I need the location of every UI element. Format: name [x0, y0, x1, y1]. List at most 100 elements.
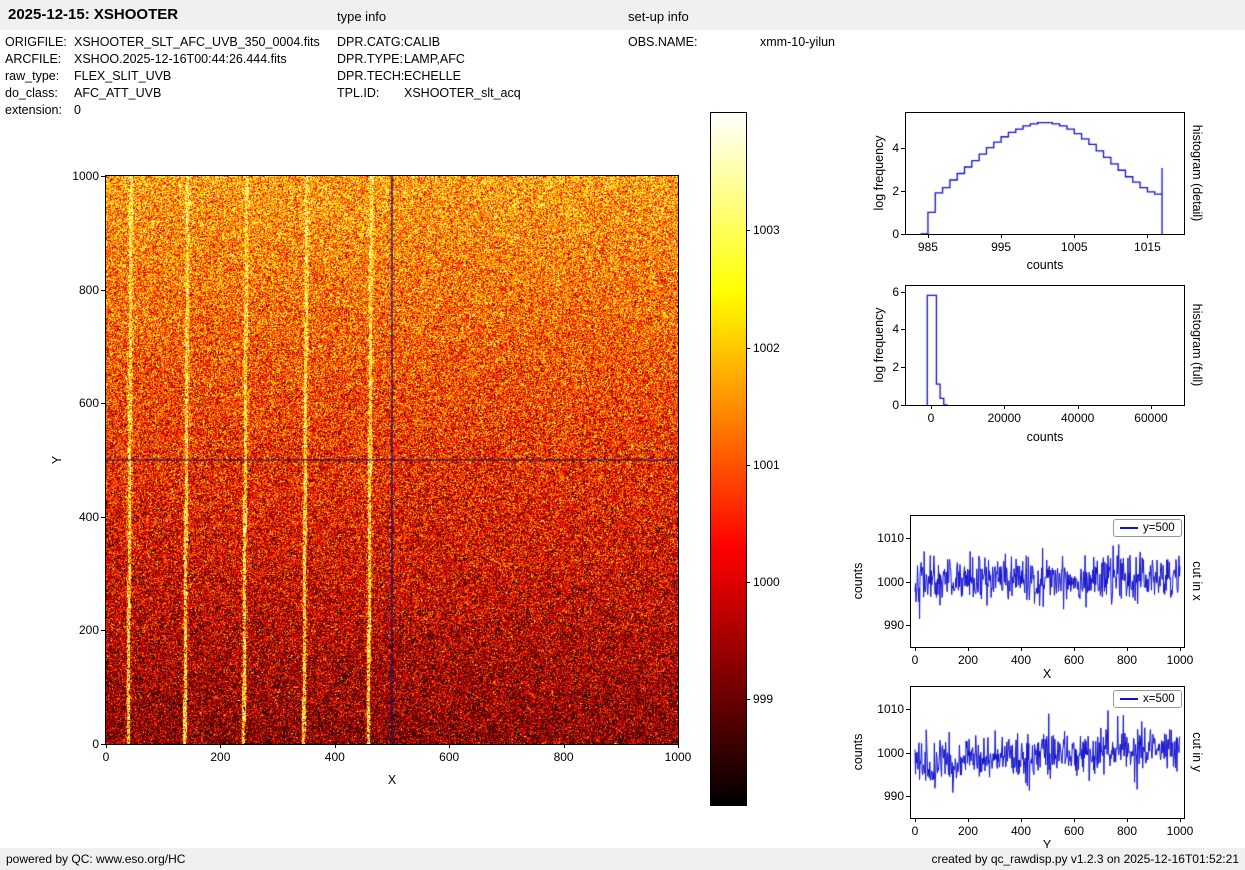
- cut-x-side-label: cut in x: [1190, 561, 1204, 601]
- x-tick-mark: [915, 818, 916, 822]
- histogram-full-x-axis-label: counts: [1027, 430, 1064, 444]
- metadata-value: xmm-10-yilun: [760, 34, 835, 51]
- y-tick-label: 800: [79, 283, 99, 297]
- x-tick-label: 985: [918, 240, 938, 254]
- y-tick-label: 4: [892, 322, 899, 336]
- colorbar-tick-mark: [746, 699, 750, 700]
- y-tick-label: 6: [892, 285, 899, 299]
- x-tick-mark: [220, 744, 221, 748]
- y-tick-label: 1010: [877, 702, 904, 716]
- cut-x-x-axis-label: X: [1043, 667, 1051, 681]
- metadata-row: OBS.NAME:xmm-10-yilun: [628, 34, 835, 51]
- x-tick-label: 600: [1064, 824, 1084, 838]
- cut-y-legend: x=500: [1113, 690, 1182, 708]
- x-tick-mark: [564, 744, 565, 748]
- x-tick-label: 1000: [1167, 653, 1194, 667]
- y-tick-mark: [901, 234, 905, 235]
- colorbar-canvas: [711, 113, 746, 805]
- setup-info-heading: set-up info: [628, 9, 689, 24]
- x-tick-mark: [106, 744, 107, 748]
- metadata-setup-column: OBS.NAME:xmm-10-yilun: [628, 34, 835, 51]
- metadata-label: extension:: [5, 102, 74, 119]
- metadata-row: TPL.ID:XSHOOTER_slt_acq: [337, 85, 521, 102]
- x-tick-label: 20000: [988, 411, 1021, 425]
- page-title: 2025-12-15: XSHOOTER: [8, 6, 178, 23]
- y-tick-label: 400: [79, 510, 99, 524]
- x-tick-mark: [928, 234, 929, 238]
- metadata-row: DPR.TYPE:LAMP,AFC: [337, 51, 521, 68]
- x-tick-mark: [1001, 234, 1002, 238]
- metadata-type-column: DPR.CATG:CALIBDPR.TYPE:LAMP,AFCDPR.TECH:…: [337, 34, 521, 102]
- x-tick-mark: [1078, 405, 1079, 409]
- y-tick-label: 990: [884, 789, 904, 803]
- x-tick-label: 800: [1117, 824, 1137, 838]
- colorbar-tick-label: 1003: [753, 223, 780, 237]
- x-tick-mark: [1074, 647, 1075, 651]
- x-tick-label: 400: [1011, 824, 1031, 838]
- x-tick-mark: [1074, 818, 1075, 822]
- main-x-axis-label: X: [388, 773, 396, 787]
- x-tick-label: 1000: [1167, 824, 1194, 838]
- y-tick-mark: [906, 625, 910, 626]
- x-tick-mark: [1021, 647, 1022, 651]
- qc-report-page: 2025-12-15: XSHOOTER type info set-up in…: [0, 0, 1245, 870]
- metadata-file-column: ORIGFILE:XSHOOTER_SLT_AFC_UVB_350_0004.f…: [5, 34, 320, 119]
- legend-label: y=500: [1143, 522, 1175, 534]
- y-tick-label: 990: [884, 618, 904, 632]
- histogram-detail-x-axis-label: counts: [1027, 258, 1064, 272]
- metadata-label: DPR.TECH:: [337, 68, 404, 85]
- x-tick-mark: [1021, 818, 1022, 822]
- colorbar-tick-mark: [746, 230, 750, 231]
- x-tick-mark: [1004, 405, 1005, 409]
- x-tick-label: 200: [210, 750, 230, 764]
- x-tick-mark: [1127, 647, 1128, 651]
- metadata-label: OBS.NAME:: [628, 34, 760, 51]
- y-tick-mark: [901, 367, 905, 368]
- metadata-label: ORIGFILE:: [5, 34, 74, 51]
- metadata-label: DPR.TYPE:: [337, 51, 404, 68]
- y-tick-label: 0: [892, 227, 899, 241]
- histogram-detail-side-label: histogram (detail): [1190, 125, 1204, 222]
- x-tick-mark: [449, 744, 450, 748]
- x-tick-mark: [678, 744, 679, 748]
- metadata-row: extension:0: [5, 102, 320, 119]
- x-tick-label: 1005: [1061, 240, 1088, 254]
- detector-image-canvas: [106, 176, 678, 744]
- y-tick-mark: [101, 630, 105, 631]
- y-tick-label: 600: [79, 396, 99, 410]
- y-tick-mark: [101, 744, 105, 745]
- colorbar-tick-label: 1000: [753, 575, 780, 589]
- y-tick-label: 1000: [877, 746, 904, 760]
- colorbar-tick-mark: [746, 348, 750, 349]
- metadata-value: XSHOOTER_SLT_AFC_UVB_350_0004.fits: [74, 34, 320, 51]
- metadata-value: LAMP,AFC: [404, 51, 465, 68]
- x-tick-mark: [1180, 818, 1181, 822]
- metadata-row: do_class:AFC_ATT_UVB: [5, 85, 320, 102]
- x-tick-label: 0: [928, 411, 935, 425]
- histogram-full-y-axis-label: log frequency: [872, 307, 886, 382]
- footer-right-text: created by qc_rawdisp.py v1.2.3 on 2025-…: [931, 852, 1239, 866]
- y-tick-mark: [906, 753, 910, 754]
- metadata-row: DPR.TECH:ECHELLE: [337, 68, 521, 85]
- y-tick-mark: [901, 292, 905, 293]
- x-tick-label: 0: [912, 653, 919, 667]
- y-tick-mark: [906, 709, 910, 710]
- histogram-detail-plot: 98599510051015024: [905, 112, 1185, 235]
- x-tick-label: 40000: [1061, 411, 1094, 425]
- histogram-full-canvas: [906, 286, 1184, 405]
- footer-bar: powered by QC: www.eso.org/HC created by…: [0, 848, 1245, 870]
- y-tick-mark: [906, 582, 910, 583]
- colorbar-tick-label: 1002: [753, 341, 780, 355]
- colorbar: 9991000100110021003: [710, 112, 747, 806]
- type-info-heading: type info: [337, 9, 386, 24]
- legend-line-sample: [1120, 698, 1138, 700]
- metadata-label: raw_type:: [5, 68, 74, 85]
- y-tick-label: 4: [892, 141, 899, 155]
- metadata-value: FLEX_SLIT_UVB: [74, 68, 171, 85]
- x-tick-label: 1015: [1134, 240, 1161, 254]
- metadata-value: XSHOOTER_slt_acq: [404, 85, 521, 102]
- x-tick-label: 995: [991, 240, 1011, 254]
- legend-label: x=500: [1143, 693, 1175, 705]
- x-tick-label: 800: [1117, 653, 1137, 667]
- x-tick-mark: [335, 744, 336, 748]
